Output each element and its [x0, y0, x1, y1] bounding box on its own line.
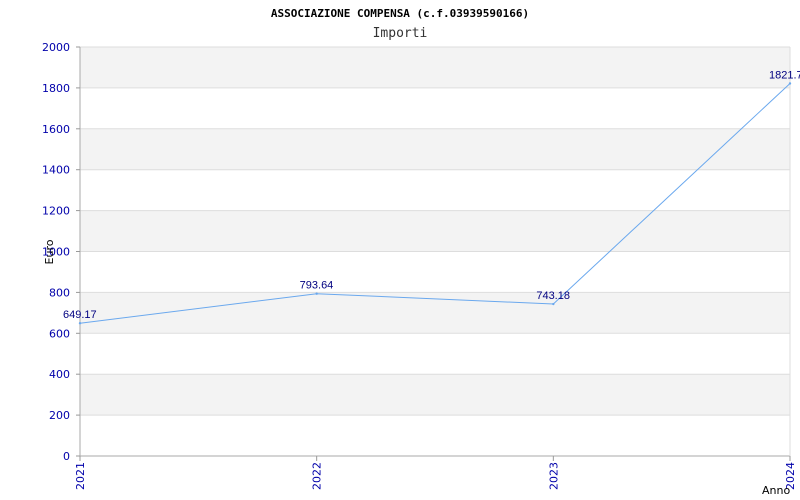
y-tick-label: 1200	[42, 205, 70, 218]
series-line	[79, 83, 791, 324]
y-tick-label: 2000	[42, 41, 70, 54]
data-point	[552, 302, 555, 306]
y-tick-label: 200	[49, 409, 70, 422]
data-point	[315, 292, 318, 295]
plot-band	[80, 210, 790, 252]
y-tick-label: 800	[49, 286, 70, 299]
x-axis-ticks: 2021 2022 2023 2024	[74, 456, 797, 490]
y-tick-label: 1400	[42, 164, 70, 177]
x-tick-label: 2021	[74, 462, 87, 490]
plot-band	[80, 128, 790, 170]
plot-bands	[80, 47, 790, 416]
line-chart: ASSOCIAZIONE COMPENSA (c.f.03939590166) …	[42, 7, 800, 497]
data-label: 743.18	[536, 290, 570, 302]
plot-band	[80, 47, 790, 88]
chart-subtitle: Importi	[373, 26, 428, 41]
data-point	[788, 82, 792, 85]
x-axis-label: Anno	[762, 484, 790, 497]
y-axis-label: Euro	[43, 239, 56, 264]
data-label: 649.17	[63, 309, 97, 321]
series-group	[78, 82, 792, 325]
data-label: 793.64	[300, 280, 334, 292]
y-tick-label: 1600	[42, 123, 70, 136]
chart-title: ASSOCIAZIONE COMPENSA (c.f.03939590166)	[271, 7, 529, 20]
y-tick-label: 0	[63, 450, 70, 463]
data-labels: 649.17 793.64 743.18 1821.7	[63, 69, 800, 321]
x-tick-label: 2023	[547, 462, 560, 490]
data-label: 1821.7	[769, 69, 800, 81]
y-tick-label: 600	[49, 327, 70, 340]
y-tick-label: 400	[49, 368, 70, 381]
plot-band	[80, 374, 790, 416]
y-tick-label: 1800	[42, 82, 70, 95]
data-point	[78, 322, 82, 325]
x-tick-label: 2022	[311, 462, 324, 490]
